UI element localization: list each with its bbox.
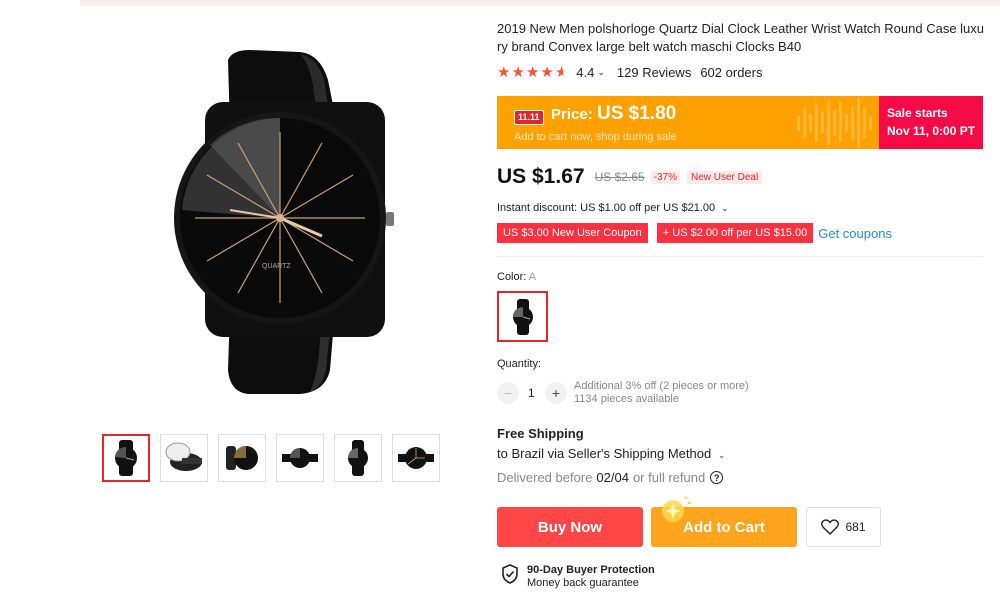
thumbnail-strip bbox=[102, 434, 440, 482]
sale-starts-label: Sale starts bbox=[887, 106, 948, 120]
stock-available: 1134 pieces available bbox=[574, 393, 679, 405]
half-star-icon: ★ bbox=[554, 64, 569, 81]
color-label: Color: A bbox=[497, 271, 536, 283]
star-icon: ★ bbox=[525, 64, 540, 81]
coupon-row: US $3.00 New User Coupon + US $2.00 off … bbox=[497, 223, 892, 243]
sale-banner: 11.11 Price: US $1.80 Add to cart now, s… bbox=[497, 96, 983, 149]
shipping-title: Free Shipping bbox=[497, 426, 584, 441]
dial-brand-text: QUARTZ bbox=[262, 263, 291, 270]
protection-subtitle: Money back guarantee bbox=[527, 577, 639, 589]
store-coupon[interactable]: + US $2.00 off per US $15.00 bbox=[656, 223, 814, 243]
delivery-estimate: Delivered before 02/04 or full refund ? bbox=[497, 470, 724, 485]
sale-start-date: Nov 11, 0:00 PT bbox=[887, 124, 976, 138]
original-price: US $2.65 bbox=[594, 170, 645, 184]
color-swatch-a[interactable] bbox=[497, 291, 548, 342]
reviews-link[interactable]: 129 Reviews bbox=[617, 65, 691, 80]
delivered-suffix: or full refund bbox=[632, 470, 706, 485]
new-user-coupon[interactable]: US $3.00 New User Coupon bbox=[497, 223, 648, 243]
sale-tag: 11.11 bbox=[514, 110, 544, 125]
thumbnail-6[interactable] bbox=[392, 434, 440, 482]
discount-badge: -37% bbox=[650, 170, 680, 184]
wishlist-button[interactable]: 681 bbox=[806, 507, 881, 547]
quantity-increase-button[interactable]: + bbox=[545, 382, 567, 404]
quantity-label: Quantity: bbox=[497, 358, 542, 370]
shipping-method[interactable]: to Brazil via Seller's Shipping Method ⌄ bbox=[497, 446, 725, 461]
banner-subtext: Add to cart now, shop during sale bbox=[514, 131, 677, 143]
new-user-deal-badge: New User Deal bbox=[686, 170, 763, 184]
protection-title: 90-Day Buyer Protection bbox=[527, 564, 655, 576]
delivered-prefix: Delivered before bbox=[497, 470, 593, 485]
protection-text: 90-Day Buyer Protection Money back guara… bbox=[527, 564, 655, 590]
sparkle-icon bbox=[662, 496, 691, 522]
buyer-protection: 90-Day Buyer Protection Money back guara… bbox=[501, 564, 655, 590]
thumbnail-3[interactable] bbox=[218, 434, 266, 482]
quantity-notes: Additional 3% off (2 pieces or more) 113… bbox=[574, 380, 749, 406]
current-price: US $1.67 bbox=[497, 165, 585, 188]
rating-stars: ★ ★ ★ ★ ★ bbox=[497, 65, 568, 80]
bulk-discount-note: Additional 3% off (2 pieces or more) bbox=[574, 380, 749, 392]
shield-check-icon bbox=[502, 564, 518, 584]
sale-countdown: Sale starts Nov 11, 0:00 PT bbox=[879, 96, 983, 149]
star-icon: ★ bbox=[511, 64, 525, 81]
rating-row: ★ ★ ★ ★ ★ 4.4 ⌄ 129 Reviews 602 orders bbox=[497, 65, 987, 80]
product-title: 2019 New Men polshorloge Quartz Dial Clo… bbox=[497, 21, 985, 54]
instant-discount[interactable]: Instant discount: US $1.00 off per US $2… bbox=[497, 202, 729, 214]
banner-price: US $1.80 bbox=[597, 103, 677, 124]
banner-decoration bbox=[797, 98, 872, 148]
wishlist-count: 681 bbox=[845, 520, 866, 534]
star-icon: ★ bbox=[497, 64, 511, 81]
product-info: 2019 New Men polshorloge Quartz Dial Clo… bbox=[497, 20, 987, 589]
orders-count: 602 orders bbox=[700, 65, 763, 80]
shipping-method-text: to Brazil via Seller's Shipping Method bbox=[497, 446, 712, 461]
color-label-text: Color: bbox=[497, 271, 527, 283]
buy-now-button[interactable]: Buy Now bbox=[497, 507, 643, 547]
chevron-down-icon: ⌄ bbox=[721, 203, 729, 213]
thumbnail-2[interactable] bbox=[160, 434, 208, 482]
divider bbox=[497, 256, 983, 257]
instant-discount-text: Instant discount: US $1.00 off per US $2… bbox=[497, 202, 716, 214]
thumbnail-4[interactable] bbox=[276, 434, 324, 482]
heart-icon bbox=[821, 519, 840, 535]
delivery-date: 02/04 bbox=[596, 470, 629, 485]
top-strip bbox=[80, 0, 1000, 6]
chevron-down-icon: ⌄ bbox=[717, 450, 726, 460]
thumbnail-5[interactable] bbox=[334, 434, 382, 482]
rating-value[interactable]: 4.4 bbox=[576, 65, 594, 80]
main-product-image[interactable]: QUARTZ bbox=[150, 40, 450, 410]
price-row: US $1.67 US $2.65 -37% New User Deal bbox=[497, 165, 763, 189]
quantity-value[interactable]: 1 bbox=[528, 386, 535, 400]
get-coupons-link[interactable]: Get coupons bbox=[818, 226, 892, 241]
help-icon[interactable]: ? bbox=[710, 471, 724, 484]
quantity-decrease-button[interactable]: − bbox=[497, 382, 519, 404]
chevron-down-icon[interactable]: ⌄ bbox=[597, 67, 605, 78]
thumbnail-1[interactable] bbox=[102, 434, 150, 482]
banner-price-label: Price: bbox=[551, 106, 593, 123]
color-value: A bbox=[528, 271, 537, 283]
star-icon: ★ bbox=[540, 64, 554, 81]
